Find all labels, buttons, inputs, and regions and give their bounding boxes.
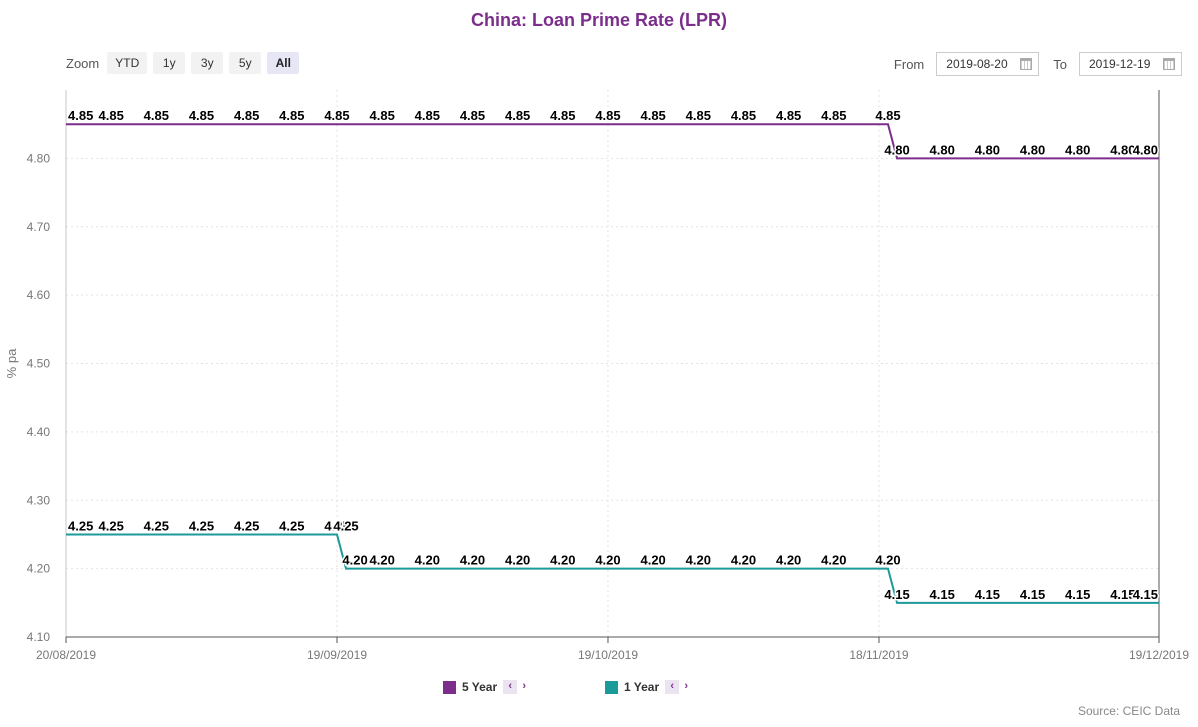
y-axis-title: % pa bbox=[4, 348, 19, 378]
data-label: 4.85 bbox=[505, 108, 530, 123]
data-label: 4.85 bbox=[640, 108, 665, 123]
legend-label: 1 Year bbox=[624, 680, 660, 694]
data-label: 4.80 bbox=[1065, 142, 1090, 157]
data-label: 4.25 bbox=[144, 518, 169, 533]
data-label: 4.20 bbox=[640, 553, 665, 568]
data-label: 4.85 bbox=[460, 108, 485, 123]
data-label: 4.20 bbox=[595, 553, 620, 568]
data-label: 4.80 bbox=[1020, 142, 1045, 157]
data-label: 4.80 bbox=[1133, 142, 1158, 157]
x-tick-label: 18/11/2019 bbox=[849, 648, 908, 662]
data-label: 4.25 bbox=[234, 518, 259, 533]
data-label: 4.85 bbox=[68, 108, 93, 123]
data-label: 4.15 bbox=[1020, 587, 1045, 602]
x-tick-label: 19/09/2019 bbox=[307, 648, 367, 662]
data-label: 4.15 bbox=[930, 587, 955, 602]
data-label: 4.25 bbox=[99, 518, 124, 533]
legend-label: 5 Year bbox=[462, 680, 498, 694]
data-label: 4.25 bbox=[279, 518, 304, 533]
y-tick-label: 4.20 bbox=[27, 562, 51, 576]
data-label: 4.20 bbox=[875, 553, 900, 568]
data-label: 4.20 bbox=[370, 553, 395, 568]
data-label: 4.85 bbox=[99, 108, 124, 123]
data-label: 4.85 bbox=[324, 108, 349, 123]
legend-swatch bbox=[443, 680, 456, 694]
data-label: 4.15 bbox=[975, 587, 1000, 602]
data-label: 4.15 bbox=[1133, 587, 1158, 602]
x-tick-label: 19/10/2019 bbox=[578, 648, 638, 662]
data-label: 4.20 bbox=[505, 553, 530, 568]
data-label: 4.25 bbox=[189, 518, 214, 533]
data-label: 4.85 bbox=[189, 108, 214, 123]
y-tick-label: 4.70 bbox=[27, 220, 51, 234]
legend-swatch bbox=[605, 680, 618, 694]
chevron-left-icon[interactable]: ‹ bbox=[665, 680, 680, 694]
legend: 5 Year ‹ › 1 Year ‹ › bbox=[0, 680, 1198, 700]
chevron-right-icon[interactable]: › bbox=[679, 680, 693, 694]
data-label: 4.85 bbox=[875, 108, 900, 123]
source-note: Source: CEIC Data bbox=[1077, 704, 1180, 718]
data-label: 4.15 bbox=[1065, 587, 1090, 602]
data-label: 4.85 bbox=[144, 108, 169, 123]
data-label: 4.20 bbox=[686, 553, 711, 568]
data-label: 4.80 bbox=[975, 142, 1000, 157]
chevron-left-icon[interactable]: ‹ bbox=[503, 680, 518, 694]
data-label: 4.20 bbox=[415, 553, 440, 568]
data-label: 4.80 bbox=[930, 142, 955, 157]
y-tick-label: 4.40 bbox=[27, 425, 51, 439]
data-label: 4.20 bbox=[460, 553, 485, 568]
data-label: 4.85 bbox=[234, 108, 259, 123]
data-label: 4.85 bbox=[776, 108, 801, 123]
data-label: 4.85 bbox=[370, 108, 395, 123]
data-label: 4.85 bbox=[731, 108, 756, 123]
y-tick-label: 4.80 bbox=[27, 151, 51, 165]
data-label: 4.25 bbox=[333, 518, 358, 533]
data-label: 4.20 bbox=[821, 553, 846, 568]
x-tick-label: 20/08/2019 bbox=[36, 648, 96, 662]
x-tick-label: 19/12/2019 bbox=[1129, 648, 1189, 662]
legend-item-1-year[interactable]: 1 Year ‹ › bbox=[605, 680, 693, 694]
data-label: 4.20 bbox=[731, 553, 756, 568]
data-label: 4.85 bbox=[415, 108, 440, 123]
data-label: 4.85 bbox=[595, 108, 620, 123]
data-label: 4.85 bbox=[686, 108, 711, 123]
y-tick-label: 4.50 bbox=[27, 357, 51, 371]
data-label: 4.25 bbox=[68, 518, 93, 533]
data-label: 4.85 bbox=[279, 108, 304, 123]
data-label: 4.80 bbox=[884, 142, 909, 157]
line-chart: 4.10 4.20 4.30 4.40 4.50 4.60 4.70 4.80 20/08/20… bbox=[4, 90, 1189, 662]
y-tick-label: 4.60 bbox=[27, 288, 51, 302]
y-tick-label: 4.10 bbox=[27, 630, 51, 644]
data-label: 4.15 bbox=[884, 587, 909, 602]
y-tick-label: 4.30 bbox=[27, 493, 51, 507]
data-label: 4.85 bbox=[821, 108, 846, 123]
legend-item-5-year[interactable]: 5 Year ‹ › bbox=[443, 680, 531, 694]
data-label: 4.85 bbox=[550, 108, 575, 123]
chevron-right-icon[interactable]: › bbox=[517, 680, 531, 694]
data-label: 4.20 bbox=[776, 553, 801, 568]
data-label: 4.20 bbox=[550, 553, 575, 568]
data-label: 4.20 bbox=[342, 553, 367, 568]
